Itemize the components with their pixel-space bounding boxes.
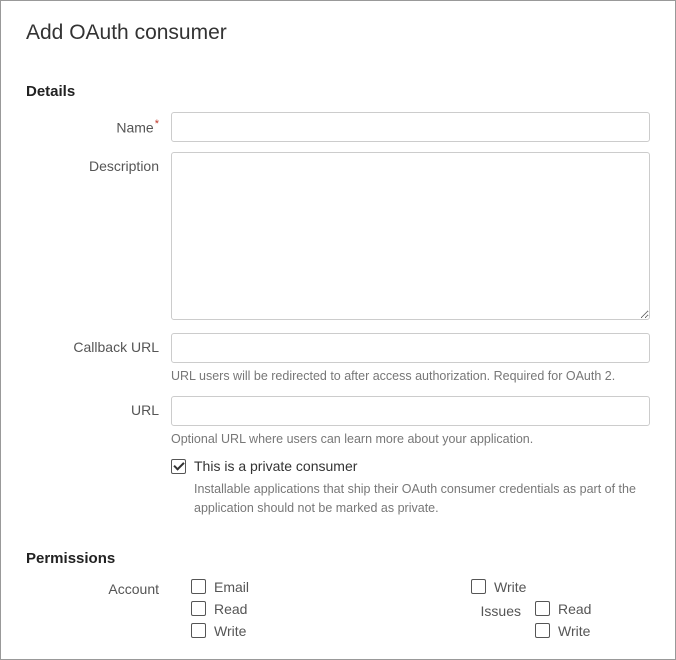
account-email-label: Email bbox=[214, 579, 249, 595]
url-help: Optional URL where users can learn more … bbox=[171, 431, 650, 449]
url-label: URL bbox=[26, 396, 171, 418]
account-group-label: Account bbox=[26, 579, 171, 597]
colb-write-label: Write bbox=[494, 579, 526, 595]
issues-read-item: Read bbox=[535, 601, 591, 617]
private-consumer-checkbox[interactable] bbox=[171, 459, 186, 474]
page-title: Add OAuth consumer bbox=[26, 21, 650, 45]
account-read-checkbox[interactable] bbox=[191, 601, 206, 616]
account-write-label: Write bbox=[214, 623, 246, 639]
description-textarea[interactable] bbox=[171, 152, 650, 320]
issues-read-checkbox[interactable] bbox=[535, 601, 550, 616]
account-read-label: Read bbox=[214, 601, 247, 617]
account-email-checkbox[interactable] bbox=[191, 579, 206, 594]
callback-url-input[interactable] bbox=[171, 333, 650, 363]
colb-write-checkbox[interactable] bbox=[471, 579, 486, 594]
private-consumer-row: This is a private consumer Installable a… bbox=[26, 458, 650, 518]
account-write-item: Write bbox=[191, 623, 471, 639]
description-row: Description bbox=[26, 152, 650, 323]
details-heading: Details bbox=[26, 83, 650, 100]
required-asterisk: * bbox=[155, 118, 159, 130]
issues-group-label: Issues bbox=[471, 601, 521, 639]
private-consumer-help: Installable applications that ship their… bbox=[194, 480, 650, 518]
issues-write-label: Write bbox=[558, 623, 590, 639]
colb-write-item: Write bbox=[471, 579, 526, 595]
issues-write-item: Write bbox=[535, 623, 591, 639]
issues-read-label: Read bbox=[558, 601, 591, 617]
callback-url-row: Callback URL URL users will be redirecte… bbox=[26, 333, 650, 386]
private-consumer-label: This is a private consumer bbox=[194, 458, 357, 474]
account-write-checkbox[interactable] bbox=[191, 623, 206, 638]
issues-write-checkbox[interactable] bbox=[535, 623, 550, 638]
permissions-heading: Permissions bbox=[26, 550, 650, 567]
callback-url-label: Callback URL bbox=[26, 333, 171, 355]
url-input[interactable] bbox=[171, 396, 650, 426]
callback-url-help: URL users will be redirected to after ac… bbox=[171, 368, 650, 386]
account-email-item: Email bbox=[191, 579, 471, 595]
description-label: Description bbox=[26, 152, 171, 174]
url-row: URL Optional URL where users can learn m… bbox=[26, 396, 650, 449]
name-row: Name* bbox=[26, 112, 650, 142]
name-input[interactable] bbox=[171, 112, 650, 142]
account-read-item: Read bbox=[191, 601, 471, 617]
name-label: Name* bbox=[26, 112, 171, 136]
